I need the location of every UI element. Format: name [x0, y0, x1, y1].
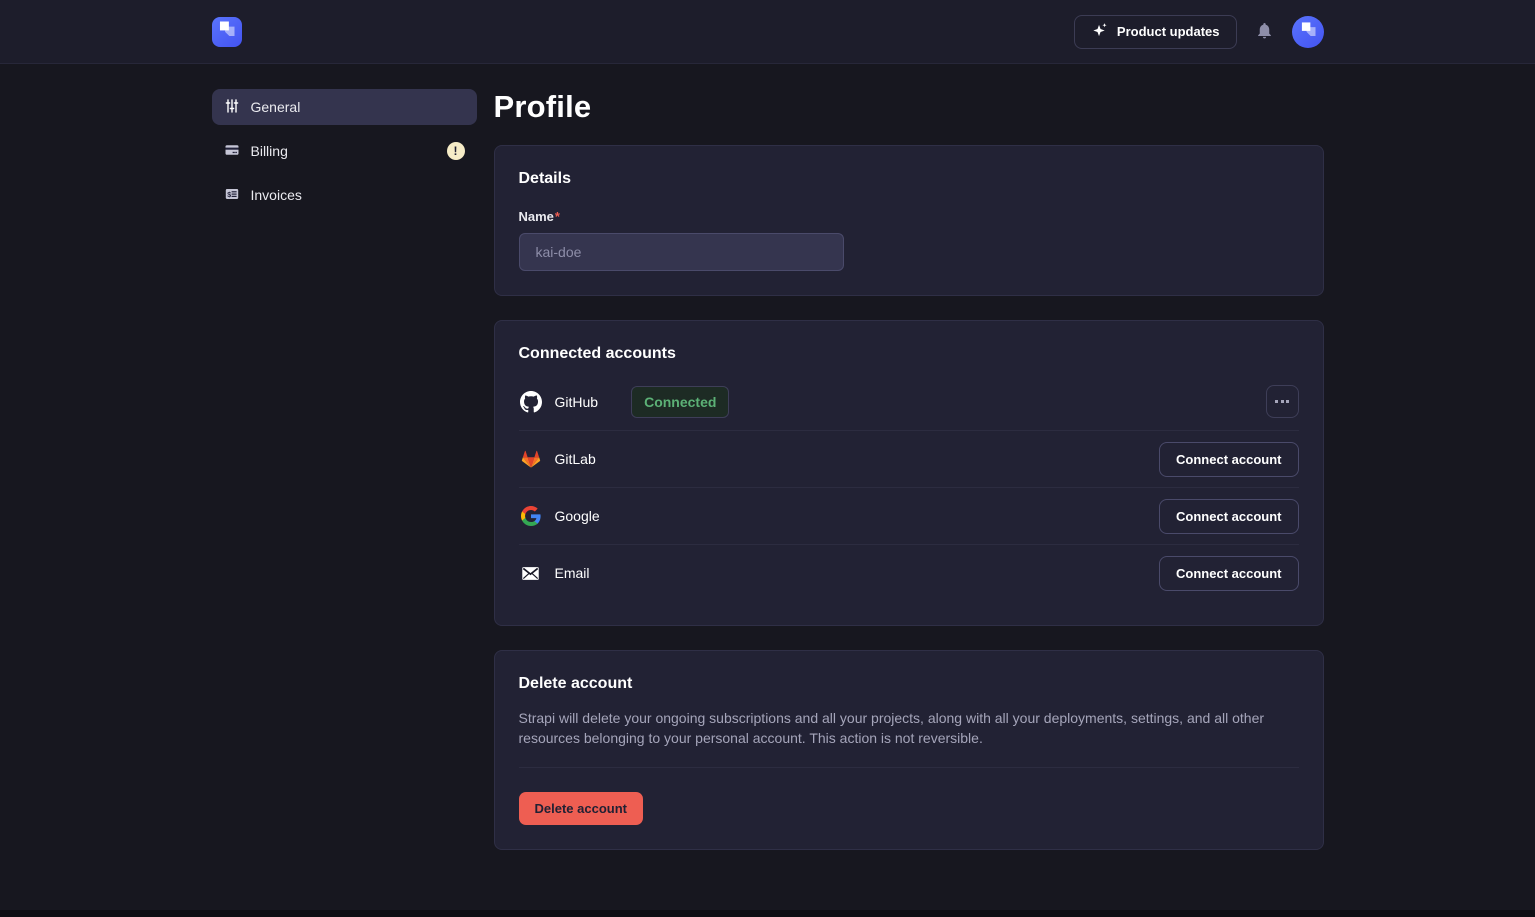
svg-text:$: $: [227, 191, 231, 198]
accounts-list: GitHub Connected: [519, 373, 1299, 601]
top-bar-inner: Product updates: [212, 15, 1324, 49]
delete-account-button[interactable]: Delete account: [519, 792, 643, 825]
google-icon: [519, 506, 543, 526]
invoice-icon: $: [224, 186, 240, 205]
connected-accounts-card: Connected accounts GitHub Connected: [494, 320, 1324, 626]
page-title: Profile: [494, 89, 1324, 125]
sparkles-icon: [1091, 22, 1108, 42]
sliders-icon: [224, 98, 240, 117]
account-row-google: Google Connect account: [519, 487, 1299, 544]
billing-warning-badge: !: [447, 142, 465, 160]
email-connect-button[interactable]: Connect account: [1159, 556, 1298, 591]
strapi-logo-icon: [212, 14, 242, 49]
details-card: Details Name*: [494, 145, 1324, 296]
user-avatar[interactable]: [1292, 16, 1324, 48]
account-provider-name: Google: [555, 508, 600, 524]
sidebar-item-label: General: [251, 99, 301, 115]
sidebar-item-billing[interactable]: Billing !: [212, 133, 477, 169]
credit-card-icon: [224, 142, 240, 161]
name-input[interactable]: [519, 233, 844, 271]
github-options-button[interactable]: [1266, 385, 1299, 418]
account-provider-name: Email: [555, 565, 590, 581]
name-label: Name*: [519, 209, 560, 224]
bottom-edge-strip: [0, 910, 1535, 917]
product-updates-label: Product updates: [1117, 24, 1220, 39]
ellipsis-icon: [1275, 400, 1289, 403]
avatar-strapi-icon: [1293, 14, 1323, 49]
sidebar-item-label: Billing: [251, 143, 288, 159]
notifications-button[interactable]: [1255, 21, 1274, 43]
strapi-logo[interactable]: [212, 17, 242, 47]
gitlab-connect-button[interactable]: Connect account: [1159, 442, 1298, 477]
name-field-group: Name*: [519, 208, 1299, 271]
settings-sidebar: General Billing ! $: [212, 89, 477, 890]
delete-account-card: Delete account Strapi will delete your o…: [494, 650, 1324, 850]
bell-icon: [1255, 21, 1274, 43]
github-icon: [519, 391, 543, 413]
connected-accounts-title: Connected accounts: [519, 345, 1299, 363]
delete-account-description: Strapi will delete your ongoing subscrip…: [519, 708, 1299, 748]
page-body: General Billing ! $: [212, 64, 1324, 890]
top-bar-actions: Product updates: [1074, 15, 1324, 49]
top-bar: Product updates: [0, 0, 1535, 64]
google-connect-button[interactable]: Connect account: [1159, 499, 1298, 534]
details-card-title: Details: [519, 170, 1299, 188]
account-provider-name: GitLab: [555, 451, 596, 467]
sidebar-item-label: Invoices: [251, 187, 302, 203]
main-content: Profile Details Name* Connected accounts: [494, 89, 1324, 890]
connected-status-badge: Connected: [631, 386, 729, 418]
account-provider-name: GitHub: [555, 394, 599, 410]
gitlab-icon: [519, 448, 543, 470]
product-updates-button[interactable]: Product updates: [1074, 15, 1237, 49]
account-row-gitlab: GitLab Connect account: [519, 430, 1299, 487]
sidebar-item-general[interactable]: General: [212, 89, 477, 125]
delete-account-title: Delete account: [519, 675, 1299, 693]
email-icon: [519, 564, 543, 583]
sidebar-item-invoices[interactable]: $ Invoices: [212, 177, 477, 213]
account-row-email: Email Connect account: [519, 544, 1299, 601]
required-asterisk: *: [555, 209, 560, 224]
account-row-github: GitHub Connected: [519, 373, 1299, 430]
delete-card-divider: [519, 767, 1299, 768]
